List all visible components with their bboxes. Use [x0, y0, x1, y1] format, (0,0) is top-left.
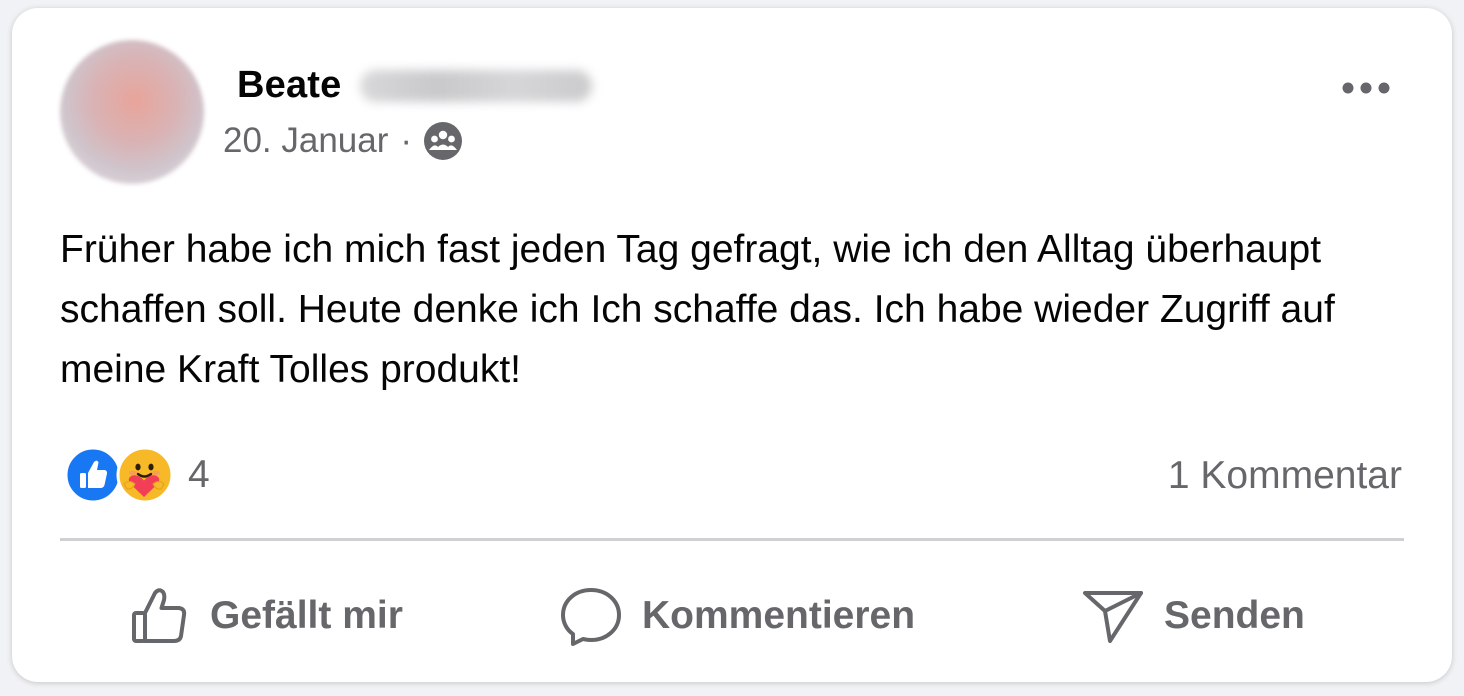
group-icon[interactable] — [422, 120, 464, 162]
thumbs-up-icon — [132, 588, 187, 643]
post-card: Beate 20. Januar · Früher habe ich mich … — [12, 8, 1452, 682]
reactions-summary[interactable]: 4 — [64, 446, 210, 504]
avatar[interactable] — [60, 40, 204, 184]
comment-label: Kommentieren — [642, 594, 916, 637]
meta-separator: · — [400, 121, 413, 160]
post-date[interactable]: 20. Januar — [223, 121, 388, 161]
like-button[interactable]: Gefällt mir — [126, 574, 403, 658]
like-label: Gefällt mir — [210, 594, 403, 637]
post-meta: 20. Januar · — [223, 120, 464, 162]
comment-icon — [561, 588, 621, 646]
comment-count-link[interactable]: 1 Kommentar — [1168, 454, 1402, 498]
send-label: Senden — [1164, 594, 1305, 637]
send-icon — [1083, 591, 1143, 643]
more-options-button[interactable] — [1336, 66, 1396, 110]
more-icon — [1342, 82, 1390, 94]
post-author: Beate — [237, 64, 592, 107]
divider — [60, 538, 1404, 541]
care-reaction-icon — [116, 446, 174, 504]
reaction-count: 4 — [188, 453, 210, 496]
comment-button[interactable]: Kommentieren — [558, 574, 915, 658]
blurred-surname — [359, 69, 592, 102]
like-reaction-icon — [64, 446, 122, 504]
author-name[interactable]: Beate — [237, 64, 342, 107]
send-button[interactable]: Senden — [1080, 574, 1305, 658]
post-text: Früher habe ich mich fast jeden Tag gefr… — [60, 228, 1335, 391]
